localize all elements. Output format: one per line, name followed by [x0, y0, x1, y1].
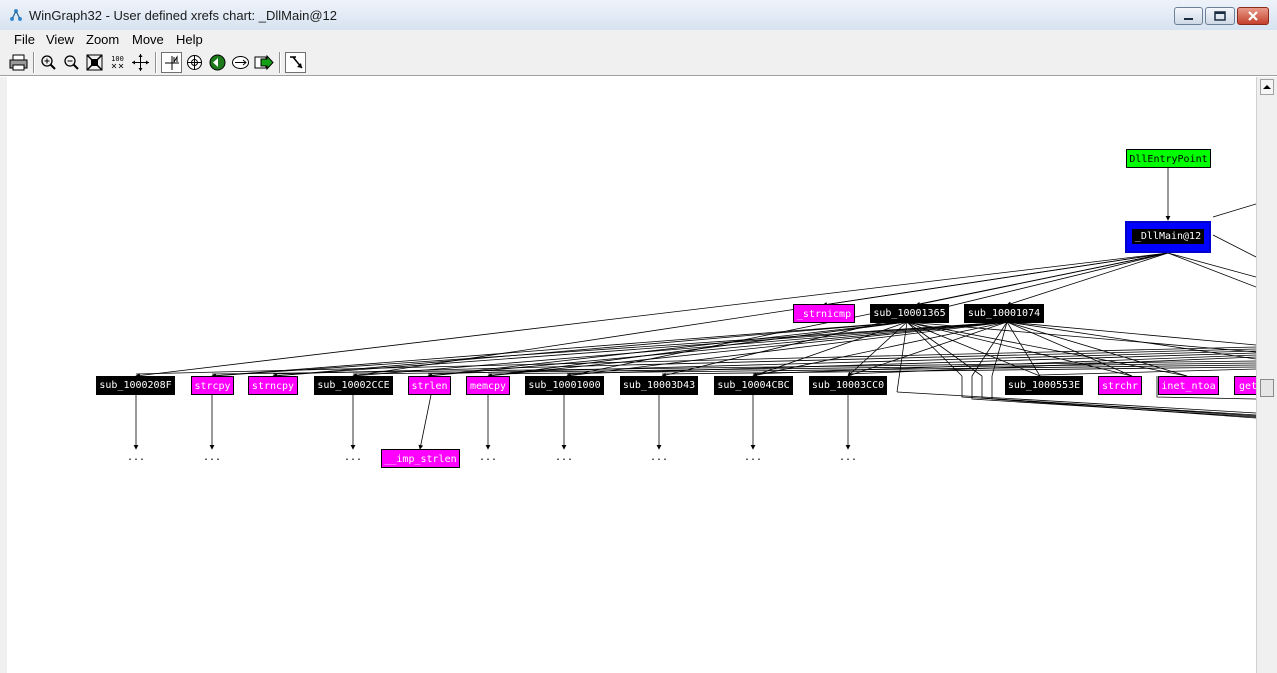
center-icon [132, 54, 149, 71]
call-edges [133, 168, 1256, 450]
edge-info-button[interactable] [230, 52, 251, 73]
maximize-icon [1214, 11, 1226, 21]
toolbar: 100 [0, 49, 1277, 76]
print-icon [9, 54, 28, 71]
arrow-mode-button[interactable] [285, 52, 306, 73]
overview-icon [187, 55, 202, 70]
edge-info-icon [232, 56, 249, 69]
overview-button[interactable] [184, 52, 205, 73]
graph-node-sub-10001365[interactable]: sub_10001365 [870, 304, 949, 323]
collapsed-callees: ... [203, 452, 222, 463]
menu-view[interactable]: View [46, 32, 74, 47]
minimize-button[interactable] [1174, 7, 1203, 25]
graph-canvas[interactable]: DllEntryPoint _DllMain@12 _strnicmp sub_… [7, 77, 1256, 673]
collapsed-callees: ... [127, 452, 146, 463]
fit-window-button[interactable] [84, 52, 105, 73]
graph-node-strncpy[interactable]: strncpy [248, 376, 298, 395]
graph-node-sub-10001074[interactable]: sub_10001074 [964, 304, 1044, 323]
graph-node-dllentrypoint[interactable]: DllEntryPoint [1126, 149, 1211, 168]
minimize-icon [1184, 18, 1193, 20]
scroll-up-arrow-icon [1263, 85, 1271, 89]
zoom-in-icon [41, 55, 56, 70]
graph-node-strcpy[interactable]: strcpy [191, 376, 234, 395]
graph-node-strchr[interactable]: strchr [1098, 376, 1142, 395]
svg-text:100: 100 [111, 55, 124, 63]
collapsed-callees: ... [344, 452, 363, 463]
zoom-100-icon: 100 [111, 55, 124, 69]
graph-node-imp-strlen[interactable]: __imp_strlen [381, 449, 460, 468]
graph-node-sub-10001000[interactable]: sub_10001000 [525, 376, 604, 395]
zoom-out-button[interactable] [61, 52, 82, 73]
graph-node-sub-10002cce[interactable]: sub_10002CCE [314, 376, 393, 395]
toolbar-separator [155, 52, 157, 73]
menu-file[interactable]: File [14, 32, 35, 47]
graph-node-inet-ntoa[interactable]: inet_ntoa [1158, 376, 1219, 395]
graph-node-sub-10003cc0[interactable]: sub_10003CC0 [809, 376, 887, 395]
close-button[interactable] [1237, 7, 1269, 25]
toolbar-separator [33, 52, 35, 73]
graph-edges [133, 168, 1256, 450]
zoom-out-icon [64, 55, 79, 70]
menu-bar: File View Zoom Move Help [0, 30, 1277, 49]
node-info-icon [209, 54, 226, 71]
follow-button[interactable] [253, 52, 274, 73]
graph-node-memcpy[interactable]: memcpy [466, 376, 510, 395]
menu-help[interactable]: Help [176, 32, 203, 47]
graph-node-sub-10004cbc[interactable]: sub_10004CBC [714, 376, 793, 395]
graph-node-sub-1000208f[interactable]: sub_1000208F [96, 376, 175, 395]
collapsed-callees: ... [650, 452, 669, 463]
scroll-thumb[interactable] [1260, 379, 1274, 397]
graph-node-get[interactable]: get [1234, 376, 1256, 395]
maximize-button[interactable] [1205, 7, 1235, 25]
layout-button[interactable] [161, 52, 182, 73]
collapsed-callees: ... [479, 452, 498, 463]
menu-zoom[interactable]: Zoom [86, 32, 119, 47]
graph-node-dllmain-label: _DllMain@12 [1131, 229, 1205, 244]
graph-node-sub-10003d43[interactable]: sub_10003D43 [620, 376, 698, 395]
center-button[interactable] [130, 52, 151, 73]
window-frame-left [0, 77, 7, 673]
toolbar-separator [279, 52, 281, 73]
window-title: WinGraph32 - User defined xrefs chart: _… [29, 8, 337, 23]
collapsed-callees: ... [744, 452, 763, 463]
print-button[interactable] [8, 52, 29, 73]
menu-move[interactable]: Move [132, 32, 164, 47]
graph-node-strlen[interactable]: strlen [408, 376, 451, 395]
graph-node-sub-1000553e[interactable]: sub_1000553E [1005, 376, 1083, 395]
title-bar: WinGraph32 - User defined xrefs chart: _… [0, 0, 1277, 31]
fit-window-icon [86, 54, 103, 71]
layout-icon [165, 55, 179, 70]
collapsed-callees: ... [555, 452, 574, 463]
zoom-in-button[interactable] [38, 52, 59, 73]
graph-node-strnicmp[interactable]: _strnicmp [793, 304, 855, 323]
follow-icon [254, 54, 274, 71]
vertical-scrollbar[interactable] [1256, 77, 1277, 673]
arrow-mode-icon [290, 56, 303, 69]
close-icon [1248, 11, 1258, 21]
collapsed-callees: ... [839, 452, 858, 463]
node-info-button[interactable] [207, 52, 228, 73]
zoom-100-button[interactable]: 100 [107, 52, 128, 73]
graph-node-dllmain[interactable]: _DllMain@12 [1125, 221, 1211, 253]
scroll-up-button[interactable] [1260, 79, 1274, 95]
wingraph-app-icon [10, 9, 22, 21]
